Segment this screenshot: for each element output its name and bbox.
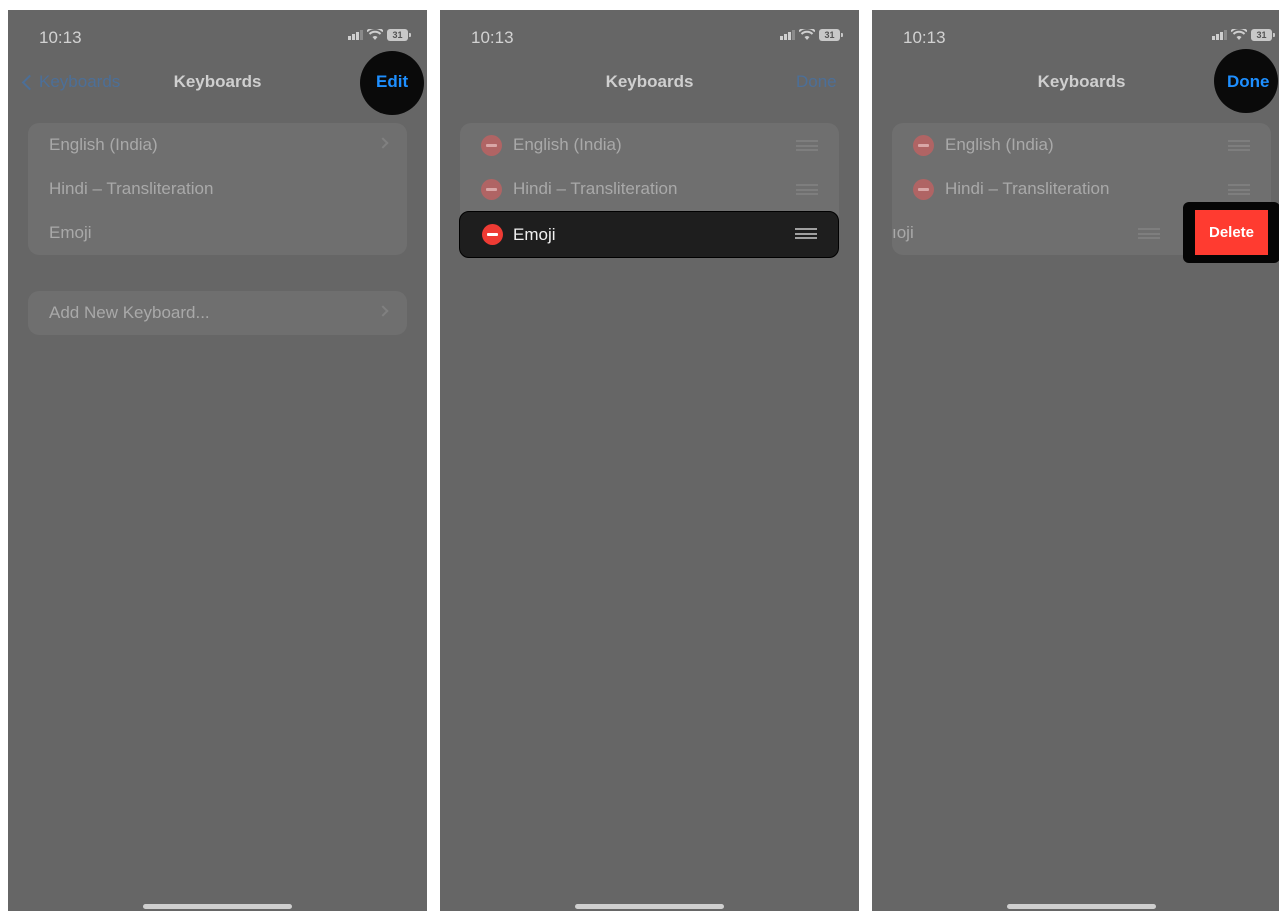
battery-icon: 31 bbox=[819, 29, 843, 41]
home-indicator[interactable] bbox=[575, 904, 724, 909]
keyboard-label: English (India) bbox=[945, 135, 1054, 154]
keyboard-row[interactable]: English (India) bbox=[460, 123, 839, 167]
add-keyboard-row[interactable]: Add New Keyboard... bbox=[28, 291, 407, 335]
remove-icon[interactable] bbox=[481, 135, 502, 156]
reorder-handle-icon[interactable] bbox=[796, 184, 818, 195]
keyboard-row[interactable]: English (India) bbox=[28, 123, 407, 167]
remove-icon[interactable] bbox=[913, 135, 934, 156]
battery-icon: 31 bbox=[387, 29, 411, 41]
keyboard-label: Hindi – Transliteration bbox=[49, 179, 214, 198]
reorder-handle-icon[interactable] bbox=[795, 228, 817, 239]
battery-icon: 31 bbox=[1251, 29, 1275, 41]
wifi-icon bbox=[799, 29, 815, 40]
add-keyboard-group: Add New Keyboard... bbox=[28, 291, 407, 335]
screen-keyboards-edit: 10:13 31 Keyboards Done English (India) … bbox=[440, 10, 859, 911]
keyboard-row[interactable]: English (India) bbox=[892, 123, 1271, 167]
signal-icon bbox=[1212, 30, 1227, 40]
keyboard-row[interactable]: Emoji bbox=[28, 211, 407, 255]
screen-keyboards-delete: 10:13 31 Keyboards Done English (India) … bbox=[872, 10, 1279, 911]
reorder-handle-icon[interactable] bbox=[1228, 184, 1250, 195]
status-icons: 31 bbox=[780, 29, 843, 41]
keyboard-row[interactable]: Hindi – Transliteration bbox=[28, 167, 407, 211]
status-icons: 31 bbox=[1212, 29, 1275, 41]
remove-icon[interactable] bbox=[482, 224, 503, 245]
chevron-right-icon bbox=[377, 305, 389, 317]
keyboard-label: Emoji bbox=[49, 223, 92, 242]
done-button[interactable]: Done bbox=[796, 72, 837, 92]
status-time: 10:13 bbox=[903, 28, 946, 47]
status-time: 10:13 bbox=[39, 28, 82, 47]
done-button[interactable]: Done bbox=[1227, 72, 1270, 92]
status-icons: 31 bbox=[348, 29, 411, 41]
keyboard-label: English (India) bbox=[513, 135, 622, 154]
remove-icon[interactable] bbox=[481, 179, 502, 200]
keyboard-label: English (India) bbox=[49, 135, 158, 154]
signal-icon bbox=[780, 30, 795, 40]
edit-button[interactable]: Edit bbox=[376, 72, 408, 92]
signal-icon bbox=[348, 30, 363, 40]
keyboard-label: Emoji bbox=[513, 225, 556, 244]
home-indicator[interactable] bbox=[143, 904, 292, 909]
keyboard-label: ıoji bbox=[892, 223, 914, 242]
status-time: 10:13 bbox=[471, 28, 514, 47]
chevron-right-icon bbox=[377, 137, 389, 149]
keyboards-group: English (India) Hindi – Transliteration … bbox=[28, 123, 407, 255]
wifi-icon bbox=[1231, 29, 1247, 40]
wifi-icon bbox=[367, 29, 383, 40]
screen-keyboards-list: 10:13 31 Keyboards Keyboards Edit Englis… bbox=[8, 10, 427, 911]
delete-button[interactable]: Delete bbox=[1195, 210, 1268, 255]
add-keyboard-label: Add New Keyboard... bbox=[49, 303, 210, 322]
home-indicator[interactable] bbox=[1007, 904, 1156, 909]
delete-highlight: Delete bbox=[1183, 202, 1279, 263]
reorder-handle-icon[interactable] bbox=[1228, 140, 1250, 151]
keyboard-label: Hindi – Transliteration bbox=[513, 179, 678, 198]
reorder-handle-icon[interactable] bbox=[1138, 228, 1160, 239]
keyboard-row[interactable]: Hindi – Transliteration bbox=[460, 167, 839, 211]
keyboard-label: Hindi – Transliteration bbox=[945, 179, 1110, 198]
remove-icon[interactable] bbox=[913, 179, 934, 200]
dragged-keyboard-row[interactable]: Emoji bbox=[459, 211, 839, 258]
reorder-handle-icon[interactable] bbox=[796, 140, 818, 151]
